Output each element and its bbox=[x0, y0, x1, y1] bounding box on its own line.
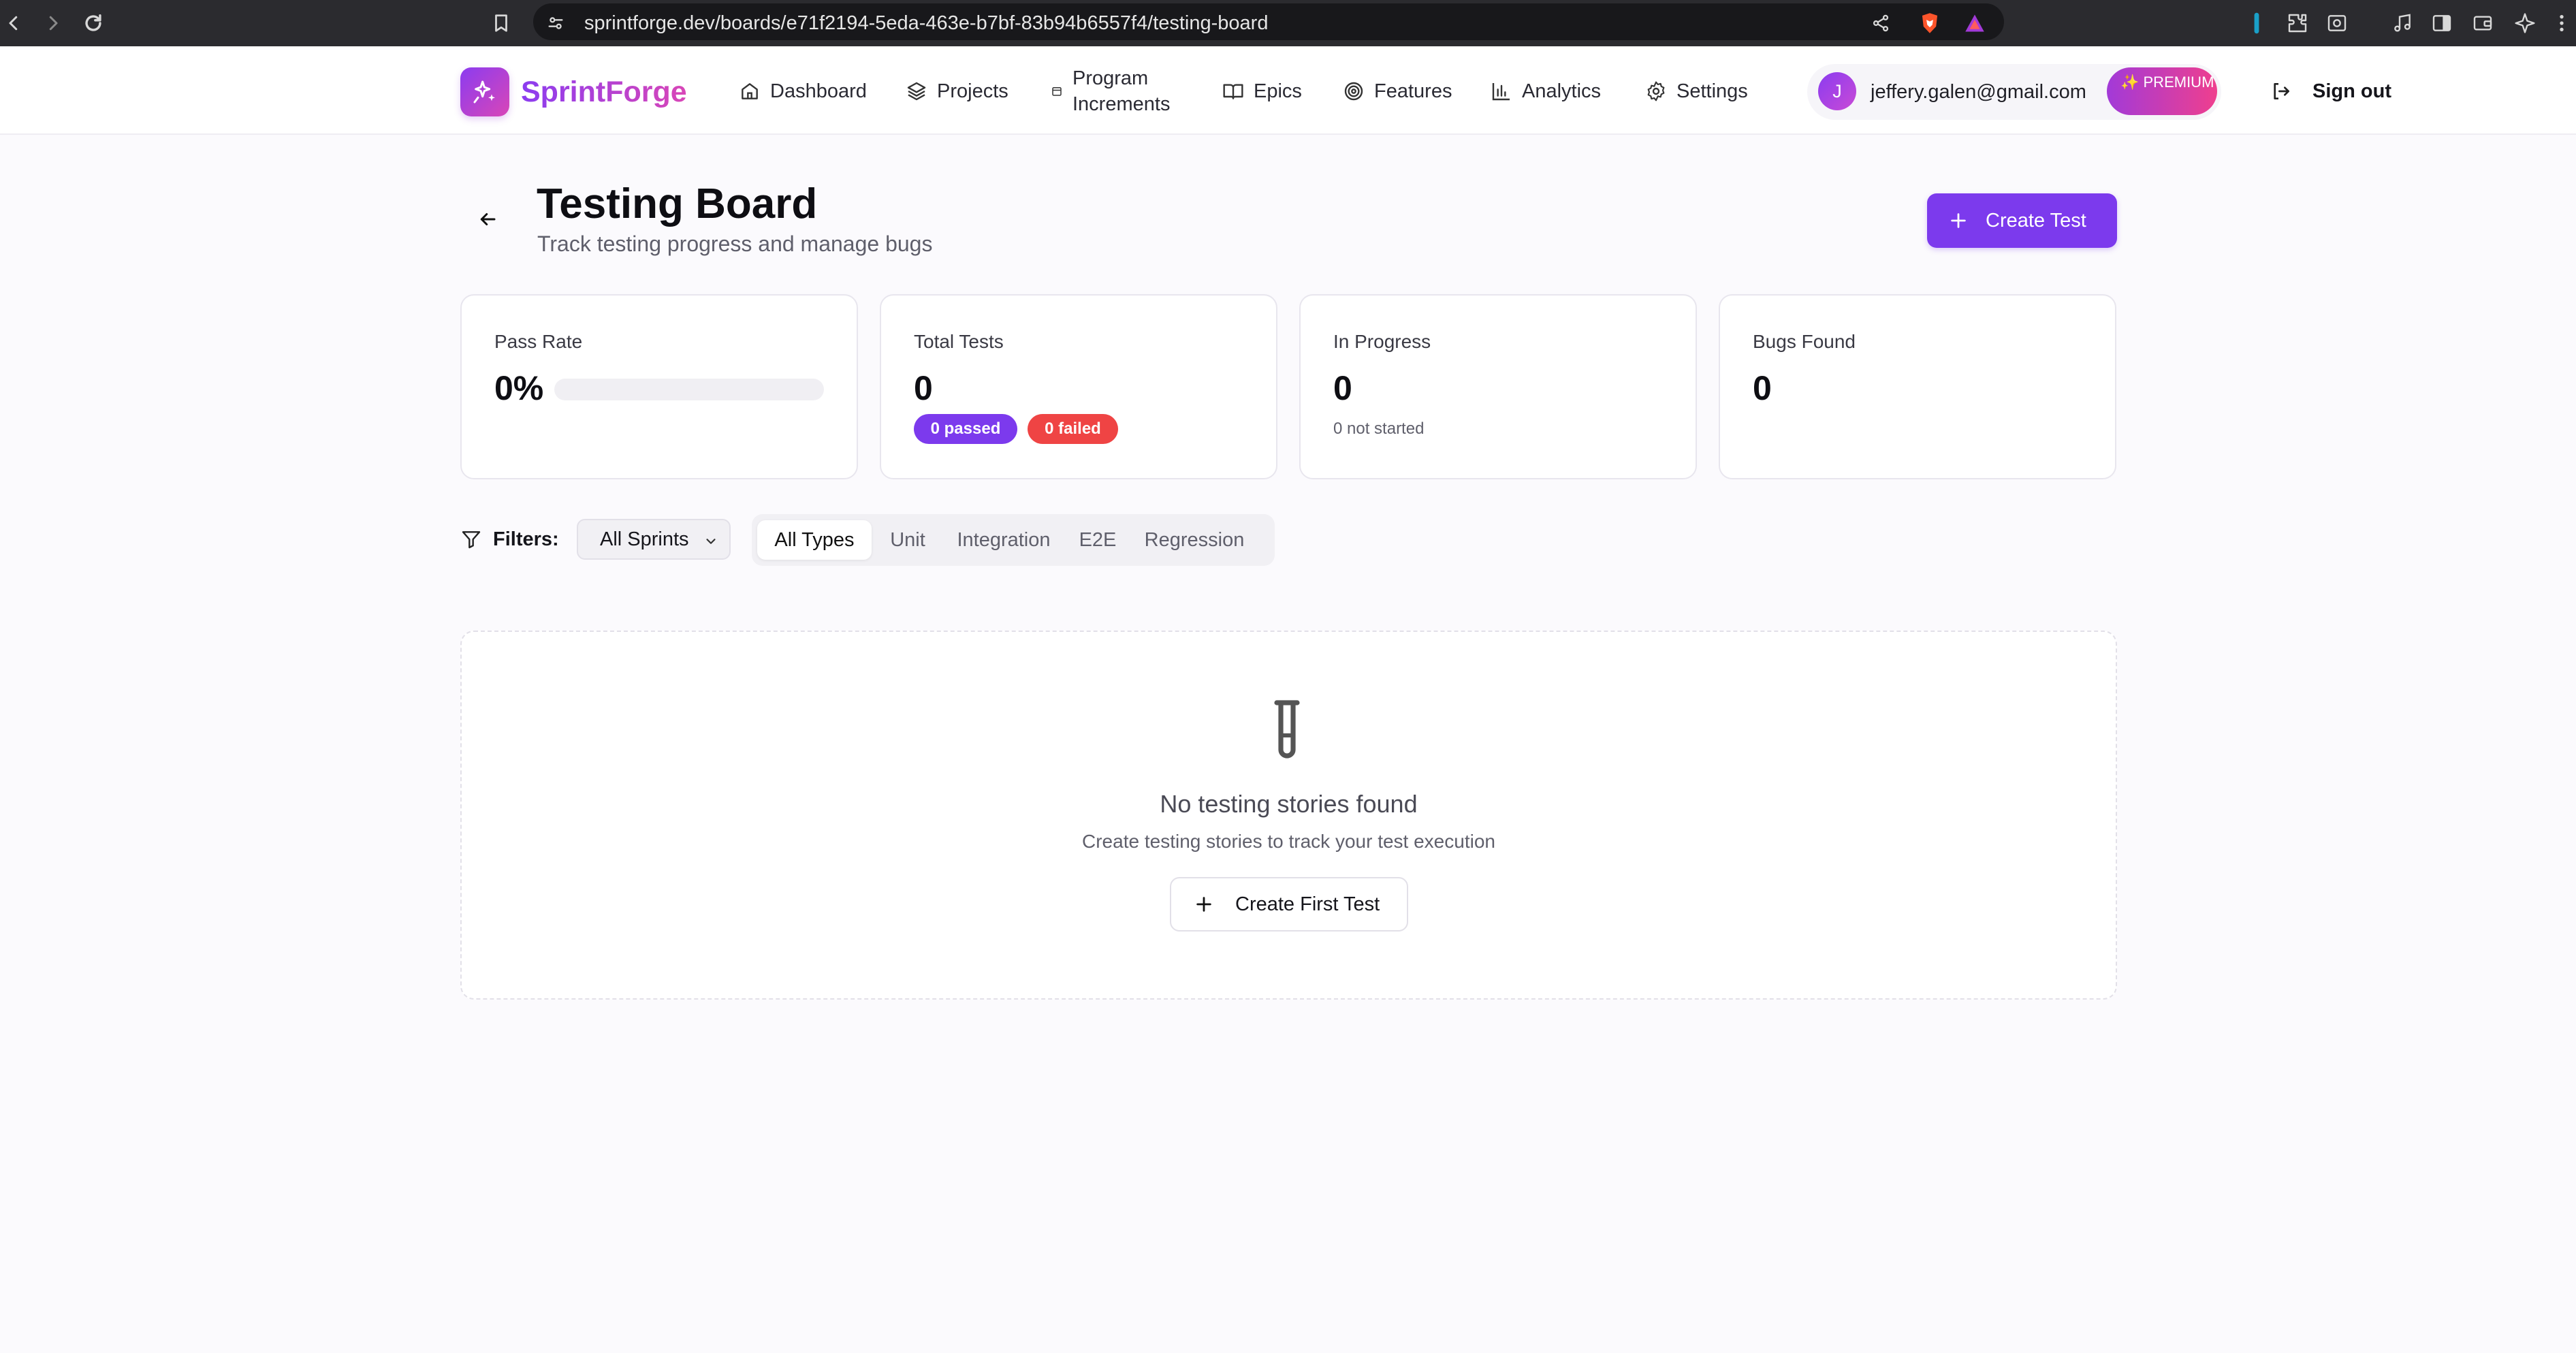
forward-nav-icon[interactable] bbox=[35, 5, 71, 41]
in-progress-value: 0 bbox=[1333, 369, 1352, 407]
nav-features-label: Features bbox=[1374, 80, 1452, 102]
pass-rate-card: Pass Rate 0% bbox=[460, 294, 858, 479]
create-test-label: Create Test bbox=[1986, 209, 2086, 232]
create-first-test-label: Create First Test bbox=[1235, 893, 1380, 915]
reload-icon[interactable] bbox=[76, 5, 111, 41]
nav-projects-label: Projects bbox=[937, 80, 1008, 102]
create-first-test-button[interactable]: Create First Test bbox=[1170, 877, 1408, 932]
empty-state-title: No testing stories found bbox=[1160, 790, 1418, 818]
nav-program-increments[interactable]: Program Increments bbox=[1051, 67, 1170, 116]
book-open-icon bbox=[1223, 84, 1243, 99]
calendar-icon bbox=[1052, 87, 1062, 96]
empty-state-subtitle: Create testing stories to track your tes… bbox=[1082, 831, 1495, 852]
nav-settings[interactable]: Settings bbox=[1645, 67, 1748, 116]
create-test-button[interactable]: Create Test bbox=[1927, 193, 2117, 248]
plus-icon bbox=[1196, 897, 1211, 912]
nav-projects[interactable]: Projects bbox=[906, 67, 1008, 116]
nav-analytics[interactable]: Analytics bbox=[1491, 67, 1601, 116]
bugs-found-label: Bugs Found bbox=[1753, 331, 1856, 352]
leo-ai-icon[interactable] bbox=[2509, 7, 2541, 39]
tab-regression[interactable]: Regression bbox=[1133, 520, 1256, 560]
nav-settings-label: Settings bbox=[1676, 80, 1748, 102]
test-type-tabs: All Types Unit Integration E2E Regressio… bbox=[752, 514, 1275, 566]
media-music-icon[interactable] bbox=[2386, 7, 2419, 39]
plus-icon bbox=[1951, 213, 1966, 228]
tab-e2e[interactable]: E2E bbox=[1070, 520, 1125, 560]
total-tests-value: 0 bbox=[914, 369, 933, 407]
pass-rate-progress bbox=[554, 379, 824, 400]
sign-out-label: Sign out bbox=[2312, 80, 2391, 102]
pass-rate-value: 0% bbox=[494, 369, 544, 407]
tab-unit[interactable]: Unit bbox=[878, 520, 937, 560]
nav-dashboard-label: Dashboard bbox=[770, 80, 867, 102]
pass-rate-label: Pass Rate bbox=[494, 331, 583, 352]
target-icon bbox=[1344, 82, 1363, 101]
nav-dashboard[interactable]: Dashboard bbox=[739, 67, 867, 116]
sprint-select[interactable]: All Sprints bbox=[577, 519, 731, 560]
brave-shield-icon[interactable] bbox=[1913, 7, 1946, 39]
back-nav-icon[interactable] bbox=[0, 5, 31, 41]
nav-epics[interactable]: Epics bbox=[1222, 67, 1302, 116]
share-icon[interactable] bbox=[1864, 7, 1897, 39]
layers-icon bbox=[907, 82, 926, 101]
bugs-found-value: 0 bbox=[1753, 369, 1772, 407]
home-icon bbox=[742, 83, 758, 99]
tab-all-types[interactable]: All Types bbox=[757, 520, 872, 560]
filters-label: Filters: bbox=[460, 524, 559, 554]
log-out-icon bbox=[2274, 83, 2289, 99]
url-text[interactable]: sprintforge.dev/boards/e71f2194-5eda-463… bbox=[584, 7, 1268, 39]
total-tests-label: Total Tests bbox=[914, 331, 1004, 352]
menu-icon[interactable] bbox=[2545, 7, 2576, 39]
page-title: Testing Board bbox=[537, 180, 818, 227]
nav-analytics-label: Analytics bbox=[1522, 80, 1602, 102]
browser-toolbar: sprintforge.dev/boards/e71f2194-5eda-463… bbox=[0, 0, 2576, 46]
chevron-down-icon bbox=[706, 539, 716, 544]
app-header: SprintForge Dashboard Projects Program I… bbox=[0, 46, 2576, 135]
extensions-puzzle-icon[interactable] bbox=[2281, 7, 2314, 39]
nav-program-increments-label: Program Increments bbox=[1072, 67, 1171, 115]
back-arrow-icon[interactable] bbox=[471, 203, 504, 236]
sidebar-toggle-icon[interactable] bbox=[2426, 7, 2458, 39]
wallet-icon[interactable] bbox=[2466, 7, 2499, 39]
bugs-found-card: Bugs Found 0 bbox=[1719, 294, 2116, 479]
rewards-triangle-icon[interactable] bbox=[1958, 7, 1991, 39]
screenshot-icon[interactable] bbox=[2321, 7, 2353, 39]
premium-badge: ✨ PREMIUM bbox=[2107, 67, 2217, 115]
filter-icon bbox=[462, 531, 481, 549]
avatar[interactable]: J bbox=[1818, 72, 1856, 110]
page-subtitle: Track testing progress and manage bugs bbox=[537, 232, 933, 256]
filters-label-text: Filters: bbox=[493, 528, 559, 550]
brand-name[interactable]: SprintForge bbox=[521, 72, 687, 112]
not-started-text: 0 not started bbox=[1333, 419, 1425, 438]
passed-badge: 0 passed bbox=[914, 414, 1017, 444]
in-progress-card: In Progress 0 0 not started bbox=[1299, 294, 1697, 479]
site-settings-icon[interactable] bbox=[539, 7, 572, 39]
tab-integration[interactable]: Integration bbox=[944, 520, 1063, 560]
in-progress-label: In Progress bbox=[1333, 331, 1431, 352]
logo-icon[interactable] bbox=[460, 67, 509, 116]
test-tube-icon bbox=[1267, 697, 1307, 765]
nav-epics-label: Epics bbox=[1254, 80, 1302, 102]
sprint-select-value: All Sprints bbox=[600, 528, 689, 550]
vpn-icon[interactable] bbox=[2240, 7, 2273, 39]
total-tests-card: Total Tests 0 0 passed 0 failed bbox=[880, 294, 1277, 479]
nav-features[interactable]: Features bbox=[1343, 67, 1452, 116]
bookmark-icon[interactable] bbox=[483, 5, 519, 41]
failed-badge: 0 failed bbox=[1028, 414, 1118, 444]
user-email: jeffery.galen@gmail.com bbox=[1871, 81, 2086, 103]
gear-icon bbox=[1647, 81, 1665, 101]
bar-chart-icon bbox=[1492, 83, 1510, 101]
sign-out-button[interactable]: Sign out bbox=[2270, 67, 2391, 116]
